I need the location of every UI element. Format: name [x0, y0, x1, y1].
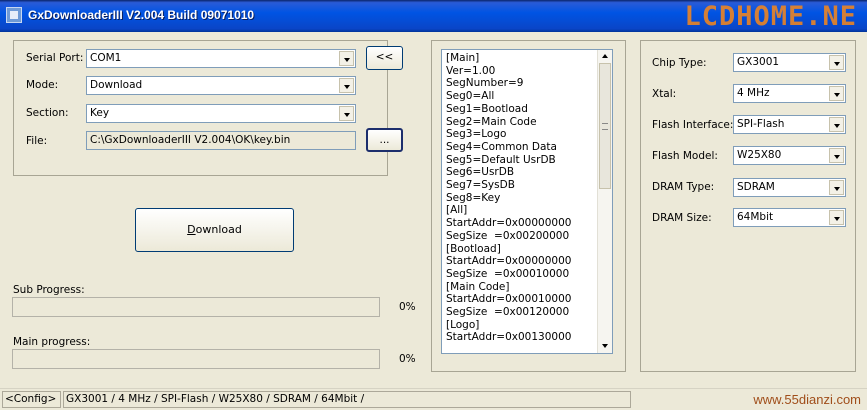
mode-select[interactable]: Download	[86, 76, 356, 95]
mode-label: Mode:	[26, 79, 59, 91]
watermark: www.55dianzi.com	[753, 392, 861, 407]
main-progress-label: Main progress:	[13, 336, 91, 348]
sub-progress-label: Sub Progress:	[13, 284, 85, 296]
chevron-down-icon[interactable]	[339, 51, 354, 66]
flash-interface-value: SPI-Flash	[737, 118, 785, 130]
dram-type-value: SDRAM	[737, 181, 775, 193]
config-status-button[interactable]: <Config>	[2, 391, 61, 408]
xtal-value: 4 MHz	[737, 87, 770, 99]
config-line: Seg6=UsrDB	[446, 166, 515, 179]
chevron-down-icon[interactable]	[829, 148, 844, 163]
config-line: SegSize =0x00200000	[446, 229, 570, 242]
serial-port-value: COM1	[90, 52, 122, 64]
config-line: [Main Code]	[446, 280, 510, 293]
config-line: Seg0=All	[446, 90, 495, 103]
vertical-scrollbar[interactable]	[597, 50, 612, 353]
dram-type-select[interactable]: SDRAM	[733, 178, 846, 197]
flash-model-value: W25X80	[737, 149, 782, 161]
config-line: StartAddr=0x00000000	[446, 255, 572, 268]
chip-type-select[interactable]: GX3001	[733, 53, 846, 72]
config-line: [Bootload]	[446, 242, 501, 255]
sub-progress-bar	[12, 297, 380, 317]
dram-size-select[interactable]: 64Mbit	[733, 208, 846, 227]
download-button-label: Download	[187, 223, 242, 236]
dram-type-label: DRAM Type:	[652, 181, 715, 193]
flash-interface-label: Flash Interface:	[652, 119, 734, 131]
section-value: Key	[90, 107, 110, 119]
dram-size-label: DRAM Size:	[652, 212, 712, 224]
config-line: SegSize =0x00010000	[446, 267, 570, 280]
scroll-down-icon[interactable]	[602, 344, 608, 348]
config-line: StartAddr=0x00010000	[446, 293, 572, 306]
chevron-down-icon[interactable]	[829, 117, 844, 132]
main-progress-bar	[12, 349, 380, 369]
config-line: Seg2=Main Code	[446, 115, 537, 128]
config-line: StartAddr=0x00130000	[446, 331, 572, 344]
chevron-down-icon[interactable]	[829, 86, 844, 101]
mode-value: Download	[90, 79, 143, 91]
chevron-down-icon[interactable]	[829, 180, 844, 195]
config-summary: GX3001 / 4 MHz / SPI-Flash / W25X80 / SD…	[63, 391, 631, 408]
dram-size-value: 64Mbit	[737, 211, 774, 223]
config-listbox[interactable]: [Main] Ver=1.00 SegNumber=9 Seg0=All Seg1=Bo…	[441, 49, 613, 354]
xtal-select[interactable]: 4 MHz	[733, 84, 846, 103]
config-line: StartAddr=0x00000000	[446, 217, 572, 230]
scroll-thumb[interactable]	[599, 63, 611, 189]
config-line: Seg5=Default UsrDB	[446, 153, 556, 166]
main-progress-percent: 0%	[399, 353, 416, 365]
config-line: [Logo]	[446, 318, 480, 331]
flash-interface-select[interactable]: SPI-Flash	[733, 115, 846, 134]
serial-port-label: Serial Port:	[26, 52, 84, 64]
status-bar: <Config> GX3001 / 4 MHz / SPI-Flash / W2…	[0, 388, 867, 410]
window-title: GxDownloaderIII V2.004 Build 09071010	[28, 8, 255, 22]
config-line: [All]	[446, 204, 468, 217]
sub-progress-percent: 0%	[399, 301, 416, 313]
config-line: Ver=1.00	[446, 64, 496, 77]
chevron-down-icon[interactable]	[339, 106, 354, 121]
config-lines: [Main] Ver=1.00 SegNumber=9 Seg0=All Seg1=Bo…	[446, 52, 571, 344]
chevron-down-icon[interactable]	[829, 55, 844, 70]
flash-model-select[interactable]: W25X80	[733, 146, 846, 165]
xtal-label: Xtal:	[652, 88, 677, 100]
file-label: File:	[26, 135, 48, 147]
config-line: SegSize =0x00120000	[446, 306, 570, 319]
config-line: Seg4=Common Data	[446, 140, 557, 153]
chevron-down-icon[interactable]	[339, 78, 354, 93]
config-line: Seg1=Bootload	[446, 102, 528, 115]
download-button[interactable]: Download	[135, 208, 294, 252]
serial-port-select[interactable]: COM1	[86, 49, 356, 68]
title-bar[interactable]: GxDownloaderIII V2.004 Build 09071010 LC…	[0, 0, 867, 32]
section-select[interactable]: Key	[86, 104, 356, 123]
chip-type-value: GX3001	[737, 56, 780, 68]
browse-file-button[interactable]: ...	[366, 128, 403, 152]
scroll-up-icon[interactable]	[602, 54, 608, 58]
config-line: Seg8=Key	[446, 191, 501, 204]
app-icon	[6, 7, 22, 23]
config-line: Seg3=Logo	[446, 128, 507, 141]
site-logo: LCDHOME.NE	[684, 1, 857, 32]
flash-model-label: Flash Model:	[652, 150, 718, 162]
file-path-field[interactable]: C:\GxDownloaderIII V2.004\OK\key.bin	[86, 131, 356, 150]
chevron-down-icon[interactable]	[829, 210, 844, 225]
refresh-port-button[interactable]: <<	[366, 46, 403, 70]
section-label: Section:	[26, 107, 69, 119]
file-path-value: C:\GxDownloaderIII V2.004\OK\key.bin	[90, 134, 291, 146]
config-line: [Main]	[446, 52, 480, 64]
config-line: SegNumber=9	[446, 77, 524, 90]
config-line: Seg7=SysDB	[446, 179, 515, 192]
chip-type-label: Chip Type:	[652, 57, 707, 69]
